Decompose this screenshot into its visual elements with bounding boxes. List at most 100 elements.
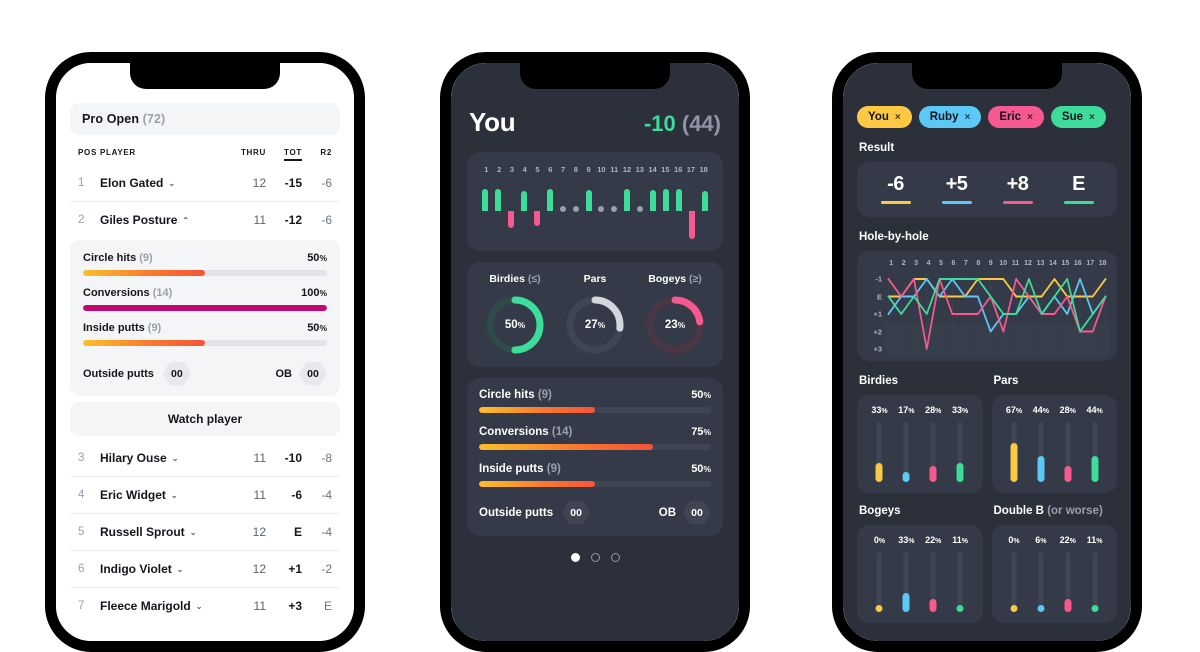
chevron-down-icon[interactable]: ⌄	[177, 565, 184, 574]
bar-column[interactable]	[1027, 422, 1054, 482]
hole-marker[interactable]	[672, 182, 685, 240]
bar-rail	[1092, 552, 1098, 612]
bar-column[interactable]	[866, 422, 893, 482]
hole-marker[interactable]	[569, 182, 582, 240]
page-dot[interactable]	[570, 553, 580, 562]
chevron-down-icon[interactable]: ⌄	[172, 454, 179, 463]
bar-column[interactable]	[1027, 552, 1054, 612]
hole-marker[interactable]	[582, 182, 595, 240]
bogeys-column: Bogeys 0% 33% 22% 11%	[857, 505, 983, 623]
hole-marker[interactable]	[634, 182, 647, 240]
bar-column[interactable]	[920, 552, 947, 612]
bar-column[interactable]	[920, 422, 947, 482]
page-indicator[interactable]	[467, 547, 723, 562]
chevron-down-icon[interactable]: ⌄	[171, 491, 178, 500]
row-player[interactable]: Eric Widget ⌄	[100, 488, 228, 502]
stat-count: (9)	[546, 463, 561, 475]
hole-marker[interactable]	[621, 182, 634, 240]
row-player[interactable]: Indigo Violet ⌄	[100, 562, 228, 576]
hole-marker[interactable]	[531, 182, 544, 240]
close-icon[interactable]: ×	[964, 112, 970, 123]
bar-column[interactable]	[866, 552, 893, 612]
pars-percent-labels: 67% 44% 28% 44%	[1001, 405, 1109, 415]
hole-marker[interactable]	[659, 182, 672, 240]
close-icon[interactable]: ×	[1027, 112, 1033, 123]
hole-marker[interactable]	[556, 182, 569, 240]
row-player-name: Hilary Ouse	[100, 451, 167, 465]
double-bogey-card: 0% 6% 22% 11%	[991, 525, 1117, 623]
result-underline	[880, 201, 911, 204]
result-item: +8	[987, 173, 1048, 204]
page-dot[interactable]	[610, 553, 620, 562]
player-chip[interactable]: Eric ×	[988, 106, 1044, 128]
close-icon[interactable]: ×	[1089, 112, 1095, 123]
hole-marker[interactable]	[698, 182, 711, 240]
phone-leaderboard: Pro Open (72) POS PLAYER THRU TOT R2 1 El…	[45, 52, 365, 652]
table-row[interactable]: 1 Elon Gated ⌄ 12 -15 -6	[70, 165, 340, 201]
chevron-down-icon[interactable]: ⌄	[196, 602, 203, 611]
row-player[interactable]: Hilary Ouse ⌄	[100, 451, 228, 465]
bar-column[interactable]	[893, 422, 920, 482]
score-total: (44)	[681, 111, 721, 136]
bar-percent-label: 44%	[1032, 405, 1049, 415]
table-row[interactable]: 3 Hilary Ouse ⌄ 11 -10 -8	[70, 440, 340, 476]
chevron-down-icon[interactable]: ⌄	[190, 528, 197, 537]
player-chip[interactable]: Sue ×	[1050, 106, 1106, 128]
bar-percent-label: 0%	[873, 535, 886, 545]
table-row[interactable]: 2 Giles Posture ⌃ 11 -12 -6	[70, 201, 340, 238]
hole-marker[interactable]	[518, 182, 531, 240]
bar-column[interactable]	[1001, 552, 1028, 612]
player-chip[interactable]: Ruby ×	[918, 106, 982, 128]
stat-count: (9)	[147, 322, 162, 334]
page-dot[interactable]	[590, 553, 600, 562]
table-row[interactable]: 4 Eric Widget ⌄ 11 -6 -4	[70, 476, 340, 513]
bar-column[interactable]	[1081, 422, 1108, 482]
hole-by-hole-chart-card: 1 2 3 4 5 6 7 8 9 10 11 12 13 14 15 16 17 18 -1 E +1 +2 +3	[857, 251, 1117, 361]
result-section-title: Result	[859, 142, 895, 154]
bar-column[interactable]	[1054, 422, 1081, 482]
row-player[interactable]: Russell Sprout ⌄	[100, 525, 228, 539]
row-player[interactable]: Giles Posture ⌃	[100, 213, 228, 227]
bar-column[interactable]	[947, 552, 974, 612]
bar-value	[1064, 599, 1072, 612]
birdie-bar	[650, 190, 657, 211]
hole-marker[interactable]	[608, 182, 621, 240]
result-value: +5	[945, 173, 968, 195]
stat-track	[83, 305, 327, 311]
col-thru[interactable]: THRU	[228, 148, 266, 157]
row-pos: 5	[78, 526, 85, 538]
bar-column[interactable]	[947, 422, 974, 482]
bar-column[interactable]	[1054, 552, 1081, 612]
leaderboard-column-headers: POS PLAYER THRU TOT R2	[70, 135, 340, 165]
table-row[interactable]: 7 Fleece Marigold ⌄ 11 +3 E	[70, 587, 340, 624]
hole-marker[interactable]	[505, 182, 518, 240]
hbh-plot: -1 E +1 +2 +3	[865, 267, 1109, 355]
hole-marker[interactable]	[492, 182, 505, 240]
event-header[interactable]: Pro Open (72)	[70, 103, 340, 135]
bar-percent-label: 22%	[1059, 535, 1076, 545]
chip-label: You	[868, 111, 889, 123]
hole-marker[interactable]	[479, 182, 492, 240]
player-chip[interactable]: You ×	[857, 106, 912, 128]
bogeys-percent-labels: 0% 33% 22% 11%	[866, 535, 974, 545]
table-row[interactable]: 6 Indigo Violet ⌄ 12 +1 -2	[70, 550, 340, 587]
bar-column[interactable]	[1001, 422, 1028, 482]
bar-column[interactable]	[893, 552, 920, 612]
row-player[interactable]: Fleece Marigold ⌄	[100, 599, 228, 613]
col-r2[interactable]: R2	[302, 148, 332, 157]
row-player[interactable]: Elon Gated ⌄	[100, 176, 228, 190]
col-pos: POS	[78, 148, 97, 157]
table-row[interactable]: 5 Russell Sprout ⌄ 12 E -4	[70, 513, 340, 550]
hole-marker[interactable]	[647, 182, 660, 240]
bar-column[interactable]	[1081, 552, 1108, 612]
chevron-down-icon[interactable]: ⌃	[182, 216, 189, 225]
chevron-down-icon[interactable]: ⌄	[168, 179, 175, 188]
hbh-hole-number: 18	[1098, 260, 1107, 267]
watch-player-button[interactable]: Watch player	[70, 402, 340, 436]
hole-marker[interactable]	[595, 182, 608, 240]
col-tot[interactable]: TOT	[266, 148, 302, 161]
hole-marker[interactable]	[543, 182, 556, 240]
close-icon[interactable]: ×	[895, 112, 901, 123]
hole-marker[interactable]	[685, 182, 698, 240]
hbh-hole-number: 15	[1061, 260, 1070, 267]
